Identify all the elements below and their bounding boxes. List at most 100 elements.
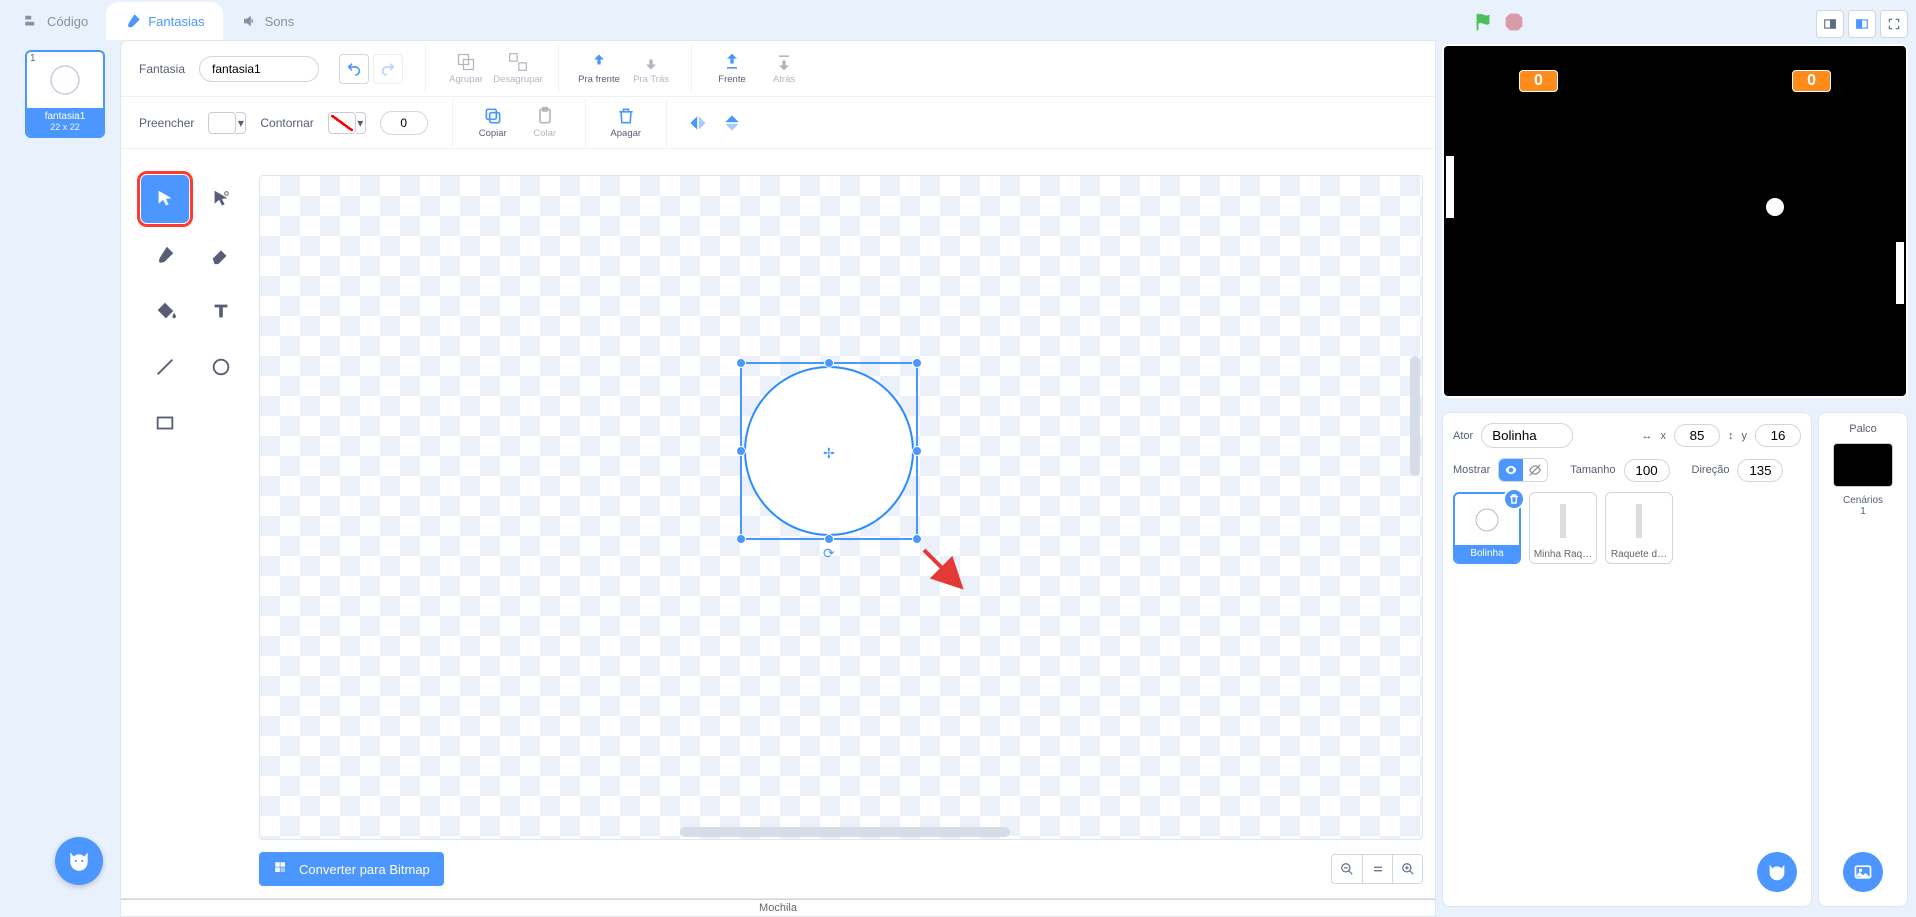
sprite-item-bolinha[interactable]: Bolinha	[1453, 492, 1521, 564]
stage-thumbnail[interactable]	[1833, 443, 1893, 487]
rect-tool[interactable]	[141, 399, 189, 447]
sprite-size-input[interactable]	[1624, 459, 1670, 482]
sprite-list: Bolinha Minha Raq… Raquete d…	[1453, 492, 1801, 564]
selection-box[interactable]: ✢ ⟳	[740, 362, 918, 540]
brush-tool[interactable]	[141, 231, 189, 279]
costume-thumbnail[interactable]: 1 fantasia1 22 x 22	[25, 50, 105, 138]
convert-bitmap-button[interactable]: Converter para Bitmap	[259, 852, 444, 886]
zoom-controls	[1331, 854, 1423, 884]
sprite-y-input[interactable]	[1755, 424, 1801, 447]
reshape-tool[interactable]	[197, 175, 245, 223]
image-icon	[1853, 862, 1873, 882]
fill-label: Preencher	[139, 116, 194, 130]
forward-button[interactable]: Pra frente	[573, 52, 625, 85]
redo-button[interactable]	[373, 54, 403, 84]
green-flag-icon[interactable]	[1472, 10, 1494, 34]
group-button[interactable]: Agrupar	[440, 52, 492, 85]
paint-canvas[interactable]: ✢ ⟳	[259, 175, 1423, 840]
stage-panel: Palco Cenários 1	[1818, 412, 1908, 907]
sound-icon	[241, 12, 259, 30]
ator-label: Ator	[1453, 430, 1473, 442]
eraser-tool[interactable]	[197, 231, 245, 279]
front-button[interactable]: Frente	[706, 52, 758, 85]
resize-handle-sw[interactable]	[736, 534, 746, 544]
sprite-x-input[interactable]	[1674, 424, 1720, 447]
resize-handle-n[interactable]	[824, 358, 834, 368]
small-stage-button[interactable]	[1816, 10, 1844, 38]
tab-code[interactable]: Código	[5, 2, 106, 40]
back-button[interactable]: Atrás	[758, 52, 810, 85]
stage[interactable]: 0 0	[1442, 44, 1908, 398]
cenarios-label: Cenários	[1819, 495, 1907, 506]
outline-swatch[interactable]: ▾	[328, 112, 366, 134]
tool-palette	[141, 175, 245, 447]
flip-vertical-button[interactable]	[715, 113, 749, 133]
resize-handle-w[interactable]	[736, 446, 746, 456]
stop-icon[interactable]	[1504, 12, 1524, 32]
sprite-name-input[interactable]	[1481, 423, 1573, 448]
paste-button[interactable]: Colar	[519, 106, 571, 139]
select-tool[interactable]	[141, 175, 189, 223]
fullscreen-button[interactable]	[1880, 10, 1908, 38]
bitmap-icon	[273, 860, 291, 878]
ungroup-button[interactable]: Desagrupar	[492, 52, 544, 85]
score-right: 0	[1792, 70, 1831, 92]
sprite-item-raquete-d[interactable]: Raquete d…	[1605, 492, 1673, 564]
resize-handle-se[interactable]	[912, 534, 922, 544]
tab-costumes[interactable]: Fantasias	[106, 2, 222, 40]
score-left: 0	[1519, 70, 1558, 92]
circle-tool[interactable]	[197, 343, 245, 391]
cat-icon	[1766, 861, 1788, 883]
resize-handle-ne[interactable]	[912, 358, 922, 368]
costume-dims: 22 x 22	[27, 122, 103, 132]
delete-sprite-button[interactable]	[1503, 488, 1525, 510]
fill-swatch[interactable]: ▾	[208, 112, 246, 134]
costume-name-label: Fantasia	[139, 62, 185, 76]
costume-preview	[27, 52, 103, 108]
flip-horizontal-button[interactable]	[681, 113, 715, 133]
show-off-icon	[1523, 459, 1547, 481]
rotate-handle[interactable]: ⟳	[823, 545, 835, 562]
backward-button[interactable]: Pra Trás	[625, 52, 677, 85]
resize-handle-e[interactable]	[912, 446, 922, 456]
zoom-out-button[interactable]	[1332, 855, 1362, 883]
resize-handle-nw[interactable]	[736, 358, 746, 368]
center-indicator: ✢	[823, 445, 835, 462]
dir-label: Direção	[1692, 464, 1730, 476]
sprite-item-minha-raquete[interactable]: Minha Raq…	[1529, 492, 1597, 564]
tab-sounds-label: Sons	[265, 14, 295, 29]
undo-button[interactable]	[339, 54, 369, 84]
fill-tool[interactable]	[141, 287, 189, 335]
brush-icon	[124, 12, 142, 30]
costume-name: fantasia1	[27, 111, 103, 122]
text-tool[interactable]	[197, 287, 245, 335]
paddle-right	[1896, 242, 1904, 304]
resize-handle-s[interactable]	[824, 534, 834, 544]
copy-button[interactable]: Copiar	[467, 106, 519, 139]
costume-name-input[interactable]	[199, 56, 319, 82]
canvas-horizontal-scrollbar[interactable]	[680, 827, 1010, 837]
zoom-reset-button[interactable]	[1362, 855, 1392, 883]
delete-button[interactable]: Apagar	[600, 106, 652, 139]
editor-tabs: Código Fantasias Sons	[5, 0, 312, 40]
sprite-dir-input[interactable]	[1737, 459, 1783, 482]
add-backdrop-button[interactable]	[1843, 852, 1883, 892]
canvas-vertical-scrollbar[interactable]	[1410, 356, 1420, 476]
show-label: Mostrar	[1453, 464, 1490, 476]
outline-label: Contornar	[260, 116, 313, 130]
code-icon	[23, 12, 41, 30]
y-label: y	[1742, 430, 1748, 442]
line-tool[interactable]	[141, 343, 189, 391]
tab-code-label: Código	[47, 14, 88, 29]
outline-width-input[interactable]	[380, 111, 428, 135]
sprite-panel: Ator ↔ x ↕ y Mostrar Tamanho Direção Bol…	[1442, 412, 1812, 907]
add-costume-button[interactable]	[55, 837, 103, 885]
add-sprite-button[interactable]	[1757, 852, 1797, 892]
backpack-bar[interactable]: Mochila	[120, 899, 1436, 917]
visibility-toggle[interactable]	[1498, 458, 1548, 482]
large-stage-button[interactable]	[1848, 10, 1876, 38]
tab-sounds[interactable]: Sons	[223, 2, 313, 40]
zoom-in-button[interactable]	[1392, 855, 1422, 883]
paddle-left	[1446, 156, 1454, 218]
cenarios-count: 1	[1819, 506, 1907, 517]
